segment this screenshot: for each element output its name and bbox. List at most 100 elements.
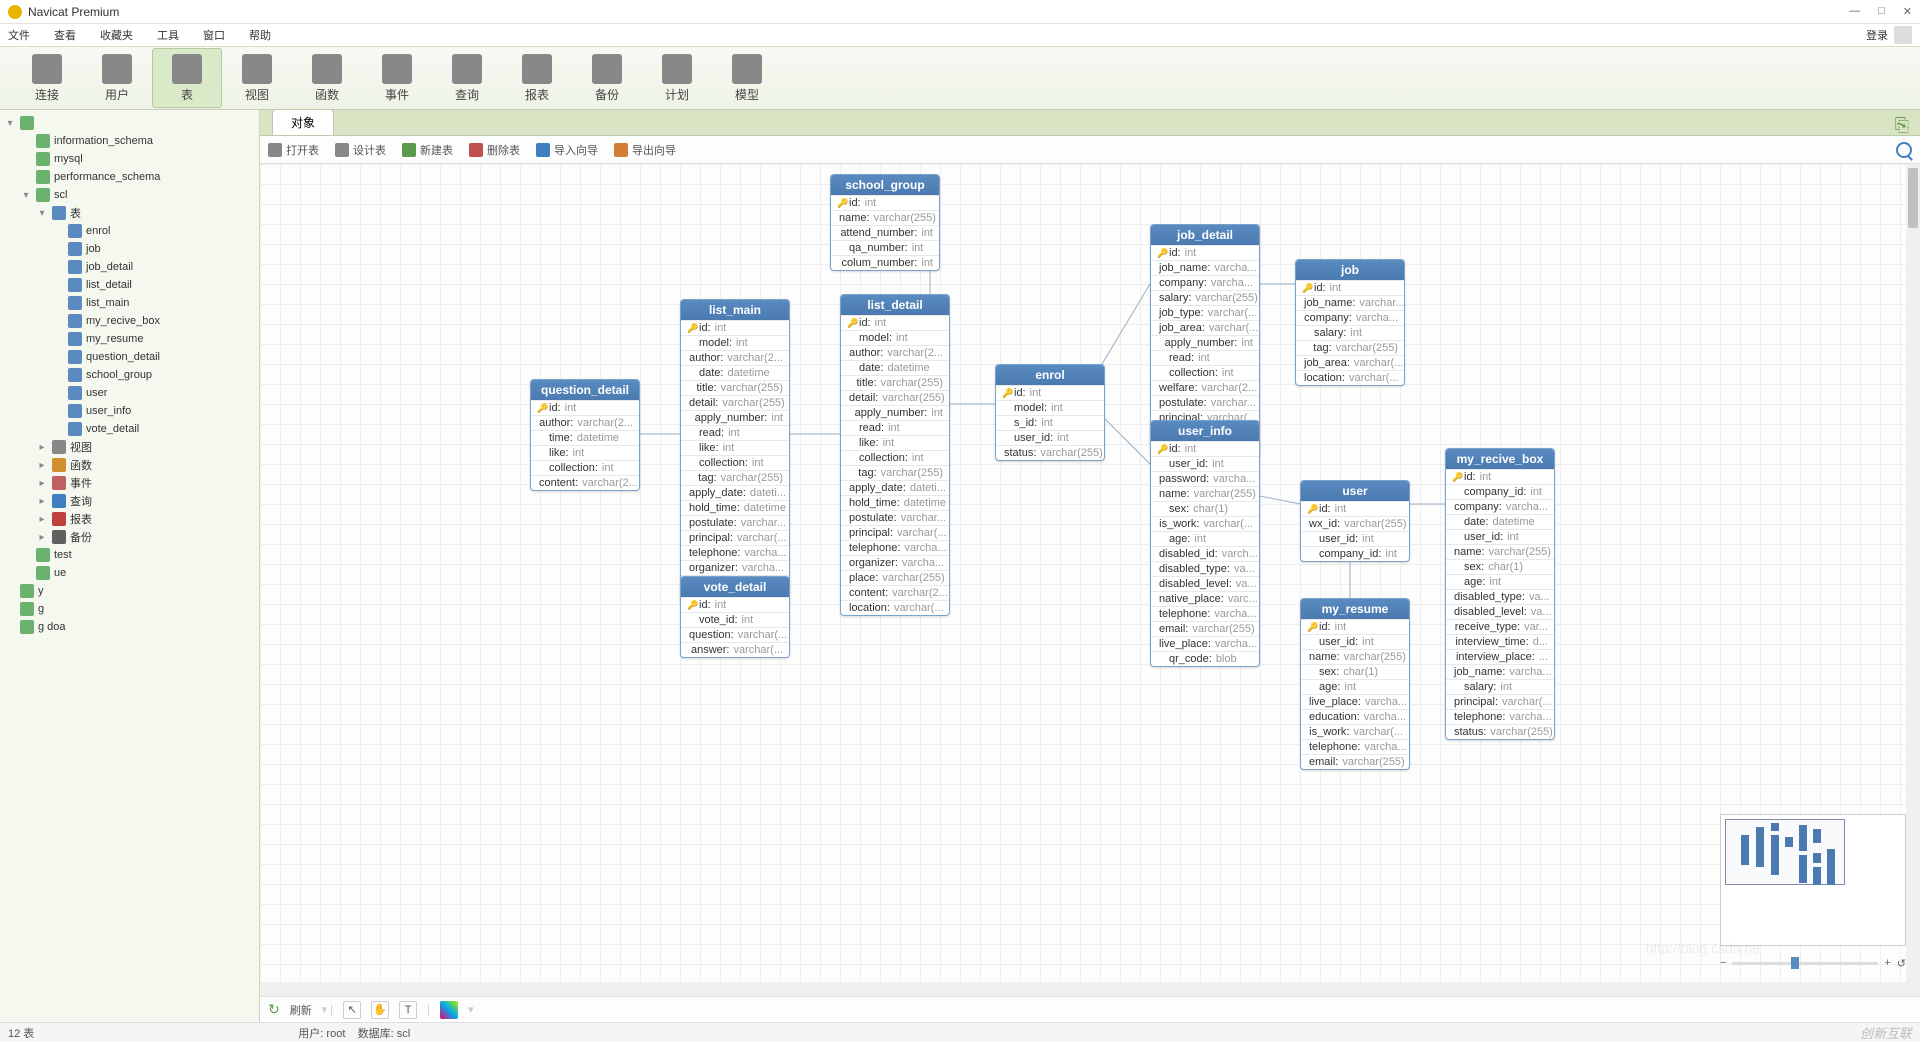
field-row[interactable]: 🔑id:int — [841, 315, 949, 330]
field-row[interactable]: age:int — [1301, 679, 1409, 694]
field-row[interactable]: 🔑id:int — [1301, 501, 1409, 516]
field-row[interactable]: disabled_type:va... — [1151, 561, 1259, 576]
field-row[interactable]: hold_time:datetime — [681, 500, 789, 515]
field-row[interactable]: job_name:varcha... — [1151, 260, 1259, 275]
field-row[interactable]: principal:varchar(... — [1446, 694, 1554, 709]
entity-my_recive_box[interactable]: my_recive_box🔑id:intcompany_id:intcompan… — [1445, 448, 1555, 740]
field-row[interactable]: is_work:varchar(... — [1151, 516, 1259, 531]
field-row[interactable]: job_name:varcha... — [1446, 664, 1554, 679]
entity-header[interactable]: enrol — [996, 365, 1104, 385]
field-row[interactable]: company:varcha... — [1296, 310, 1404, 325]
field-row[interactable]: author:varchar(2... — [681, 350, 789, 365]
entity-user_info[interactable]: user_info🔑id:intuser_id:intpassword:varc… — [1150, 420, 1260, 667]
tree-item-g[interactable]: g — [0, 600, 259, 618]
field-row[interactable]: sex:char(1) — [1151, 501, 1259, 516]
field-row[interactable]: disabled_level:va... — [1151, 576, 1259, 591]
tree-item-test[interactable]: test — [0, 546, 259, 564]
field-row[interactable]: title:varchar(255) — [681, 380, 789, 395]
field-row[interactable]: age:int — [1151, 531, 1259, 546]
field-row[interactable]: collection:int — [841, 450, 949, 465]
field-row[interactable]: organizer:varcha... — [681, 560, 789, 575]
field-row[interactable]: question:varchar(... — [681, 627, 789, 642]
field-row[interactable]: status:varchar(255) — [1446, 724, 1554, 739]
tree-item-函数[interactable]: ▸函数 — [0, 456, 259, 474]
field-row[interactable]: interview_time:d... — [1446, 634, 1554, 649]
add-tab-button[interactable]: ⎘ — [1892, 115, 1912, 135]
field-row[interactable]: like:int — [681, 440, 789, 455]
field-row[interactable]: content:varchar(2... — [531, 475, 639, 490]
tool-cursor-icon[interactable]: ↖ — [343, 1001, 361, 1019]
field-row[interactable]: 🔑id:int — [681, 597, 789, 612]
field-row[interactable]: 🔑id:int — [681, 320, 789, 335]
field-row[interactable]: sex:char(1) — [1301, 664, 1409, 679]
field-row[interactable]: wx_id:varchar(255) — [1301, 516, 1409, 531]
entity-enrol[interactable]: enrol🔑id:intmodel:ints_id:intuser_id:int… — [995, 364, 1105, 461]
expand-icon[interactable]: ▾ — [36, 208, 48, 219]
field-row[interactable]: author:varchar(2... — [841, 345, 949, 360]
field-row[interactable]: place:varchar(255) — [841, 570, 949, 585]
field-row[interactable]: status:varchar(255) — [996, 445, 1104, 460]
menu-4[interactable]: 窗口 — [203, 27, 225, 43]
tree-item-job_detail[interactable]: job_detail — [0, 258, 259, 276]
field-row[interactable]: postulate:varchar... — [841, 510, 949, 525]
field-row[interactable]: tag:varchar(255) — [841, 465, 949, 480]
entity-user[interactable]: user🔑id:intwx_id:varchar(255)user_id:int… — [1300, 480, 1410, 562]
zoom-out-button[interactable]: − — [1720, 957, 1726, 969]
field-row[interactable]: salary:varchar(255) — [1151, 290, 1259, 305]
tree-item-my_resume[interactable]: my_resume — [0, 330, 259, 348]
entity-school_group[interactable]: school_group🔑id:intname:varchar(255)atte… — [830, 174, 940, 271]
field-row[interactable]: 🔑id:int — [1151, 245, 1259, 260]
entity-header[interactable]: job_detail — [1151, 225, 1259, 245]
field-row[interactable]: model:int — [681, 335, 789, 350]
tree-item-事件[interactable]: ▸事件 — [0, 474, 259, 492]
subtool-打开表[interactable]: 打开表 — [268, 142, 319, 158]
tree-item-list_detail[interactable]: list_detail — [0, 276, 259, 294]
field-row[interactable]: sex:char(1) — [1446, 559, 1554, 574]
field-row[interactable]: read:int — [1151, 350, 1259, 365]
field-row[interactable]: email:varchar(255) — [1301, 754, 1409, 769]
tree-item-list_main[interactable]: list_main — [0, 294, 259, 312]
tree-item-报表[interactable]: ▸报表 — [0, 510, 259, 528]
field-row[interactable]: tag:varchar(255) — [681, 470, 789, 485]
entity-header[interactable]: list_main — [681, 300, 789, 320]
field-row[interactable]: model:int — [841, 330, 949, 345]
toolbar-表[interactable]: 表 — [152, 48, 222, 108]
expand-icon[interactable]: ▸ — [36, 478, 48, 489]
subtool-新建表[interactable]: 新建表 — [402, 142, 453, 158]
field-row[interactable]: job_type:varchar(... — [1151, 305, 1259, 320]
field-row[interactable]: 🔑id:int — [531, 400, 639, 415]
tab-objects[interactable]: 对象 — [272, 109, 334, 135]
field-row[interactable]: author:varchar(2... — [531, 415, 639, 430]
expand-icon[interactable]: ▸ — [36, 442, 48, 453]
field-row[interactable]: job_area:varchar(... — [1296, 355, 1404, 370]
toolbar-连接[interactable]: 连接 — [12, 48, 82, 108]
tree-item-vote_detail[interactable]: vote_detail — [0, 420, 259, 438]
tree-item-user_info[interactable]: user_info — [0, 402, 259, 420]
tree-item-my_recive_box[interactable]: my_recive_box — [0, 312, 259, 330]
field-row[interactable]: live_place:varcha... — [1151, 636, 1259, 651]
tree-item-performance_schema[interactable]: performance_schema — [0, 168, 259, 186]
refresh-label[interactable]: 刷新 — [290, 1002, 312, 1018]
close-button[interactable]: ✕ — [1903, 5, 1912, 18]
tree-item-user[interactable]: user — [0, 384, 259, 402]
tree-item-查询[interactable]: ▸查询 — [0, 492, 259, 510]
er-canvas[interactable]: school_group🔑id:intname:varchar(255)atte… — [260, 164, 1920, 996]
minimize-button[interactable]: — — [1849, 5, 1860, 18]
field-row[interactable]: vote_id:int — [681, 612, 789, 627]
entity-question_detail[interactable]: question_detail🔑id:intauthor:varchar(2..… — [530, 379, 640, 491]
field-row[interactable]: read:int — [681, 425, 789, 440]
zoom-slider[interactable] — [1732, 962, 1878, 965]
field-row[interactable]: colum_number:int — [831, 255, 939, 270]
toolbar-报表[interactable]: 报表 — [502, 48, 572, 108]
tree-item-表[interactable]: ▾表 — [0, 204, 259, 222]
field-row[interactable]: detail:varchar(255) — [841, 390, 949, 405]
field-row[interactable]: company_id:int — [1446, 484, 1554, 499]
field-row[interactable]: date:datetime — [1446, 514, 1554, 529]
tree-item-school_group[interactable]: school_group — [0, 366, 259, 384]
field-row[interactable]: principal:varchar(... — [681, 530, 789, 545]
color-picker-icon[interactable] — [440, 1001, 458, 1019]
vertical-scrollbar[interactable] — [1906, 164, 1920, 996]
field-row[interactable]: postulate:varchar... — [1151, 395, 1259, 410]
toolbar-用户[interactable]: 用户 — [82, 48, 152, 108]
tree-item-y[interactable]: y — [0, 582, 259, 600]
